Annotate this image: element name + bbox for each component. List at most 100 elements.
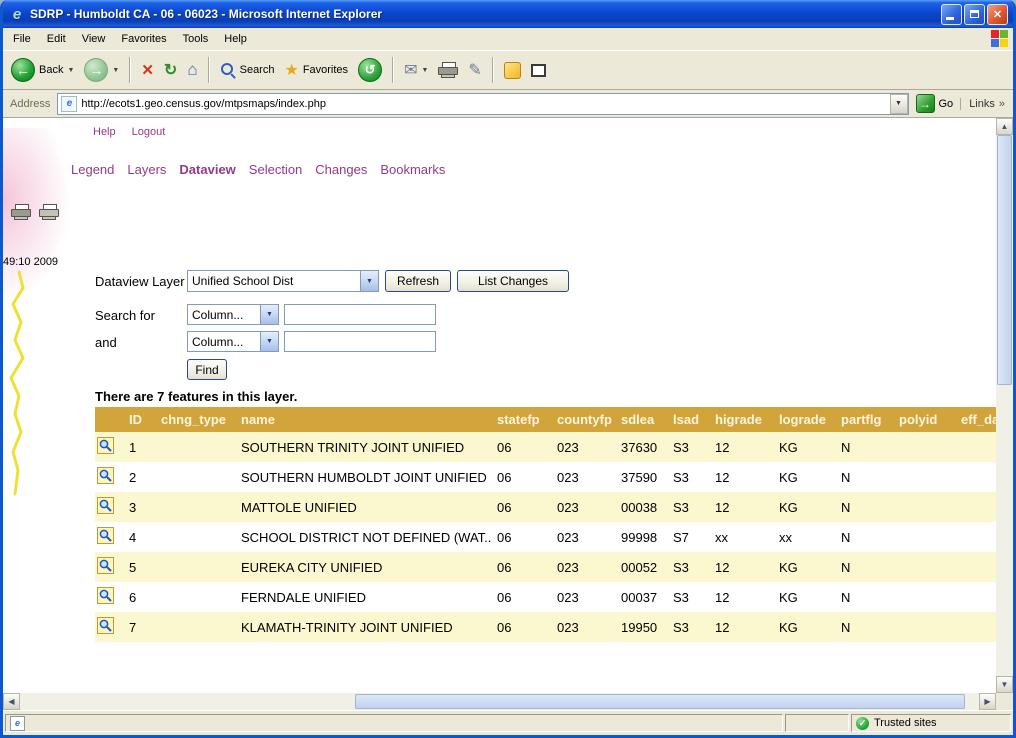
table-row: 1 SOUTHERN TRINITY JOINT UNIFIED 06 023 … — [95, 432, 996, 462]
logout-link[interactable]: Logout — [132, 126, 166, 138]
magnifier-icon[interactable] — [97, 587, 114, 604]
messenger-button[interactable] — [500, 59, 525, 82]
magnifier-icon[interactable] — [97, 527, 114, 544]
nav-selection[interactable]: Selection — [249, 162, 302, 177]
vertical-scroll-thumb[interactable] — [997, 135, 1012, 385]
menu-view[interactable]: View — [74, 30, 114, 48]
magnifier-icon[interactable] — [97, 437, 114, 454]
magnifier-icon[interactable] — [97, 497, 114, 514]
search-column-select-1[interactable]: Column... — [187, 304, 279, 325]
help-link[interactable]: Help — [93, 126, 116, 138]
search-button[interactable]: Search — [216, 59, 279, 81]
ie-app-icon — [8, 5, 26, 23]
print-icon — [438, 62, 458, 79]
menu-tools[interactable]: Tools — [175, 30, 217, 48]
search-column-value-1: Column... — [188, 305, 260, 324]
print-preview-button[interactable] — [39, 204, 59, 221]
cell-countyfp: 023 — [551, 462, 615, 492]
scroll-down-icon[interactable]: ▼ — [996, 676, 1013, 693]
nav-bookmarks[interactable]: Bookmarks — [380, 162, 445, 177]
menu-help[interactable]: Help — [216, 30, 255, 48]
vertical-scrollbar[interactable]: ▲ ▼ — [996, 118, 1013, 693]
zoom-cell[interactable] — [95, 582, 123, 612]
toolbar-separator — [392, 57, 394, 83]
mail-dropdown-icon[interactable]: ▼ — [421, 67, 428, 74]
address-dropdown-button[interactable] — [890, 94, 908, 114]
back-icon — [11, 58, 35, 82]
back-button[interactable]: Back ▼ — [7, 55, 78, 85]
go-button[interactable]: Go — [913, 94, 957, 113]
discuss-button[interactable] — [527, 61, 550, 80]
magnifier-icon[interactable] — [97, 617, 114, 634]
nav-legend[interactable]: Legend — [71, 162, 114, 177]
zoom-cell[interactable] — [95, 492, 123, 522]
menu-file[interactable]: File — [5, 30, 39, 48]
search-for-label: Search for — [95, 308, 155, 323]
magnifier-icon[interactable] — [97, 467, 114, 484]
list-changes-button[interactable]: List Changes — [457, 270, 569, 292]
horizontal-scroll-thumb[interactable] — [355, 694, 965, 709]
history-button[interactable] — [354, 55, 386, 85]
search-input-2[interactable] — [284, 331, 436, 352]
cell-chng-type — [155, 582, 235, 612]
links-chevron-icon[interactable]: » — [999, 98, 1005, 110]
dataview-table-body: 1 SOUTHERN TRINITY JOINT UNIFIED 06 023 … — [95, 432, 996, 642]
search-column-select-2[interactable]: Column... — [187, 331, 279, 352]
scroll-right-icon[interactable]: ▶ — [979, 693, 996, 710]
print-map-button[interactable] — [11, 204, 31, 221]
cell-chng-type — [155, 432, 235, 462]
close-button[interactable] — [987, 4, 1008, 25]
dataview-layer-select[interactable]: Unified School Dist — [187, 270, 379, 292]
maximize-button[interactable] — [964, 4, 985, 25]
address-input[interactable]: http://ecots1.geo.census.gov/mtpsmaps/in… — [57, 93, 908, 115]
discuss-icon — [531, 64, 546, 77]
home-button[interactable] — [183, 57, 201, 83]
zoom-cell[interactable] — [95, 432, 123, 462]
search-input-1[interactable] — [284, 304, 436, 325]
cell-polyid — [893, 612, 955, 642]
cell-sdlea: 00037 — [615, 582, 667, 612]
chevron-down-icon — [260, 305, 278, 324]
forward-dropdown-icon[interactable]: ▼ — [112, 67, 119, 74]
cell-id: 5 — [123, 552, 155, 582]
cell-id: 2 — [123, 462, 155, 492]
refresh-nav-button[interactable] — [160, 57, 181, 83]
cell-lsad: S3 — [667, 462, 709, 492]
menu-favorites[interactable]: Favorites — [113, 30, 174, 48]
menu-edit[interactable]: Edit — [39, 30, 74, 48]
favorites-button[interactable]: Favorites — [280, 57, 352, 83]
forward-button[interactable]: ▼ — [80, 55, 123, 85]
trusted-sites-icon — [856, 717, 869, 730]
refresh-button[interactable]: Refresh — [385, 270, 451, 292]
find-button[interactable]: Find — [187, 359, 227, 380]
print-button[interactable] — [434, 59, 462, 82]
forward-icon — [84, 58, 108, 82]
title-bar[interactable]: SDRP - Humboldt CA - 06 - 06023 - Micros… — [3, 0, 1013, 28]
magnifier-icon[interactable] — [97, 557, 114, 574]
horizontal-scrollbar[interactable]: ◀ ▶ — [3, 693, 996, 710]
search-label: Search — [240, 64, 275, 76]
print-tools — [11, 204, 59, 221]
page-top-links: Help Logout — [93, 126, 165, 138]
cell-id: 3 — [123, 492, 155, 522]
nav-layers[interactable]: Layers — [127, 162, 166, 177]
minimize-button[interactable] — [941, 4, 962, 25]
nav-changes[interactable]: Changes — [315, 162, 367, 177]
cell-partflg: N — [835, 462, 893, 492]
zoom-cell[interactable] — [95, 522, 123, 552]
nav-dataview[interactable]: Dataview — [179, 162, 235, 177]
links-bar[interactable]: Links » — [960, 98, 1009, 110]
mail-button[interactable]: ▼ — [400, 57, 432, 83]
zoom-cell[interactable] — [95, 612, 123, 642]
scroll-left-icon[interactable]: ◀ — [3, 693, 20, 710]
edit-button[interactable] — [464, 57, 485, 83]
back-dropdown-icon[interactable]: ▼ — [67, 67, 74, 74]
zoom-cell[interactable] — [95, 462, 123, 492]
zoom-cell[interactable] — [95, 552, 123, 582]
scrollbar-corner — [996, 693, 1013, 710]
cell-higrade: 12 — [709, 462, 773, 492]
scroll-up-icon[interactable]: ▲ — [996, 118, 1013, 135]
maximize-icon — [970, 10, 979, 18]
address-url: http://ecots1.geo.census.gov/mtpsmaps/in… — [81, 98, 889, 110]
stop-button[interactable] — [137, 58, 158, 82]
